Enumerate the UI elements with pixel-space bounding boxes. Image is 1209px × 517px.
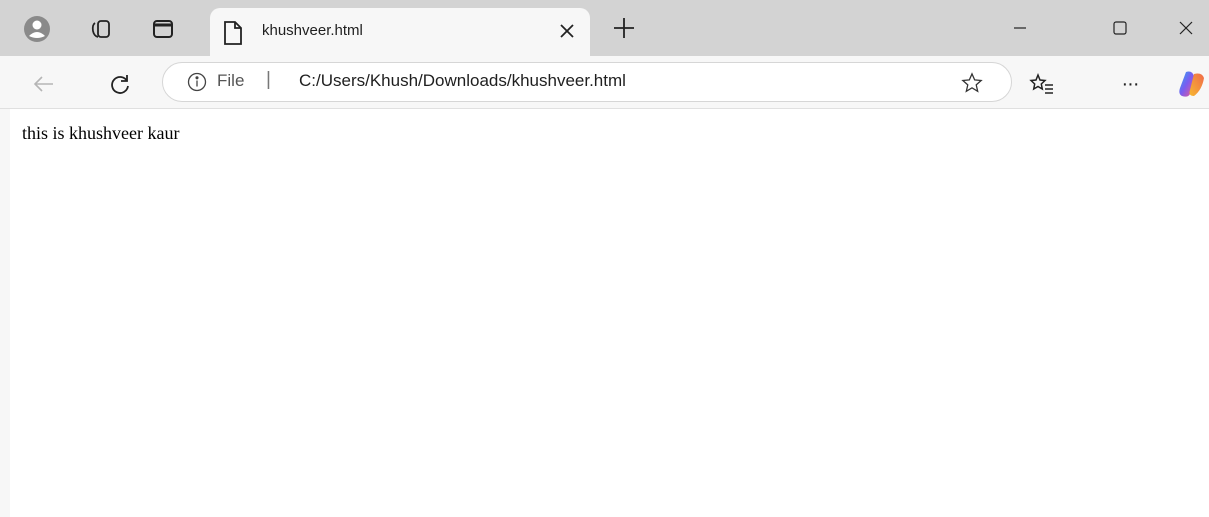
star-icon[interactable] [961, 72, 983, 94]
copilot-icon[interactable] [1176, 68, 1209, 100]
address-separator: | [266, 69, 271, 90]
back-arrow-icon[interactable] [28, 68, 60, 100]
url-text[interactable]: C:/Users/Khush/Downloads/khushveer.html [299, 71, 626, 91]
more-label: ··· [1121, 72, 1140, 95]
tab-title: khushveer.html [262, 22, 363, 39]
window-close-icon[interactable] [1163, 12, 1209, 44]
vertical-tabs-icon[interactable] [148, 14, 178, 44]
tab-khushveer[interactable]: khushveer.html [210, 8, 590, 56]
scheme-label: File [217, 71, 245, 90]
page-viewport: this is khushveer kaur [10, 109, 1209, 517]
toolbar: File | C:/Users/Khush/Downloads/khushvee… [0, 56, 1209, 109]
plus-icon[interactable] [612, 16, 636, 40]
refresh-icon[interactable] [104, 68, 136, 100]
profile-icon[interactable] [22, 14, 52, 44]
minimize-icon[interactable] [997, 12, 1043, 44]
workspaces-icon[interactable] [86, 14, 116, 44]
more-options-button[interactable]: ··· [1114, 68, 1146, 100]
favorites-icon[interactable] [1026, 68, 1058, 100]
address-bar[interactable]: File | C:/Users/Khush/Downloads/khushvee… [162, 62, 1012, 102]
maximize-icon[interactable] [1097, 12, 1143, 44]
title-bar: khushveer.html [0, 0, 1209, 56]
page-body-text: this is khushveer kaur [22, 123, 180, 143]
window-border [0, 109, 10, 517]
document-icon [224, 21, 242, 45]
info-icon[interactable] [187, 72, 207, 92]
close-icon[interactable] [556, 20, 578, 42]
